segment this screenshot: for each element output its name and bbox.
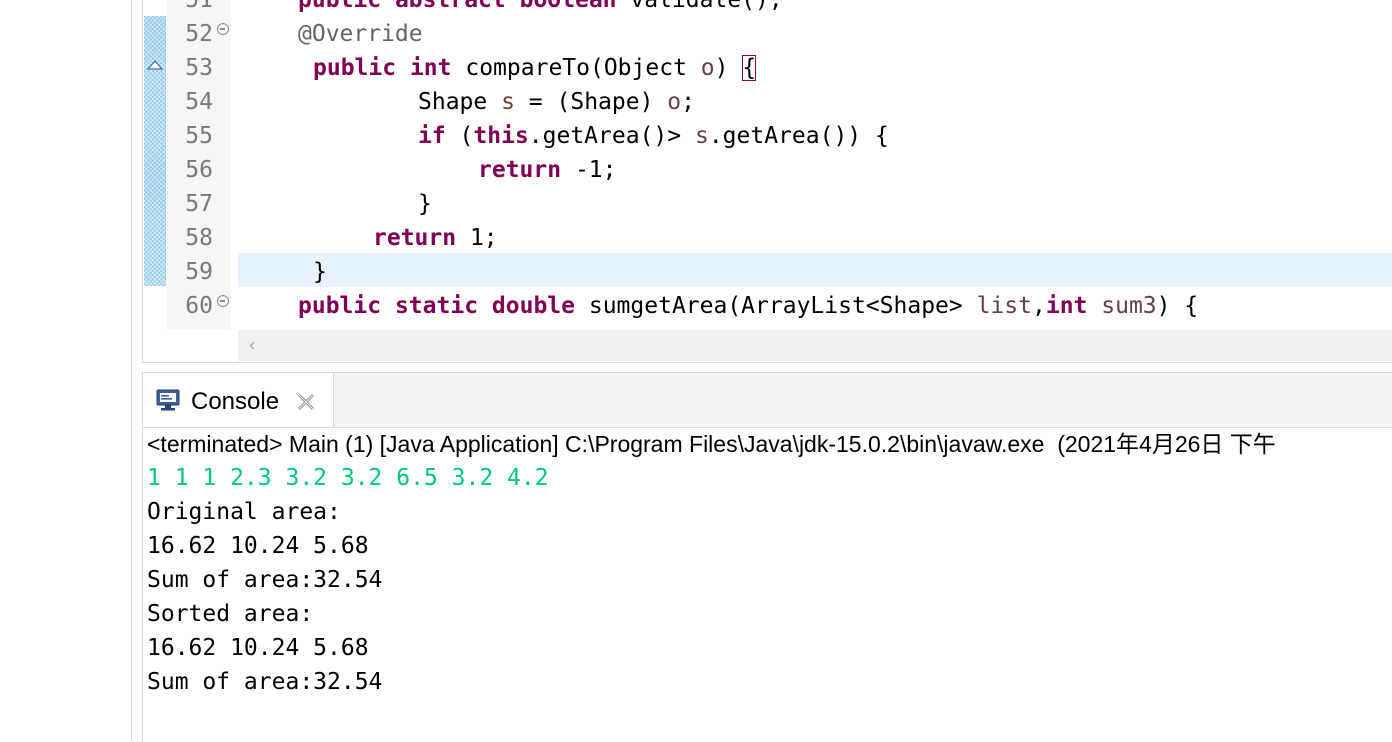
code-text: ) [714, 55, 743, 81]
line-number: 56 [185, 157, 213, 183]
code-text: compareTo(Object [465, 55, 701, 81]
code-line-57: } [418, 191, 432, 217]
code-text: ( [445, 123, 474, 149]
local-variable: s [694, 123, 709, 149]
line-number: 51 [185, 0, 213, 13]
code-editor[interactable]: 51 52 53 54 55 56 57 58 59 60 public abs… [142, 0, 1392, 363]
console-process-header: <terminated> Main (1) [Java Application]… [147, 431, 1276, 457]
keyword: int [1045, 293, 1088, 319]
code-line-58: return 1; [373, 221, 498, 255]
line-number: 57 [185, 191, 213, 217]
fold-collapse-icon[interactable] [217, 295, 229, 307]
keyword: public [298, 293, 382, 319]
tab-console[interactable]: Console [143, 373, 334, 427]
code-line-55: if (this.getArea()> s.getArea()) { [418, 119, 889, 153]
code-text: = (Shape) [514, 89, 668, 115]
code-text: Shape [418, 89, 502, 115]
code-line-60: public static double sumgetArea(ArrayLis… [298, 289, 1198, 323]
code-text: , [1031, 293, 1046, 319]
console-output-line: Sum of area:32.54 [147, 567, 383, 593]
code-text: -1; [561, 157, 617, 183]
line-number: 52 [185, 21, 213, 47]
code-text-area[interactable]: public abstract boolean validate(); @Ove… [238, 0, 1392, 330]
code-text: .getArea()) { [708, 123, 889, 149]
keyword: static [394, 293, 479, 319]
line-number: 54 [185, 89, 213, 115]
matching-brace: { [742, 55, 757, 81]
code-text: 1; [456, 225, 498, 251]
parameter: o [667, 89, 682, 115]
console-input-line: 1 1 1 2.3 3.2 3.2 6.5 3.2 4.2 [147, 465, 549, 491]
code-line-53: public int compareTo(Object o) { [313, 51, 757, 85]
code-text: .getArea()> [528, 123, 695, 149]
override-triangle-icon[interactable] [147, 60, 163, 70]
code-text: ) { [1156, 293, 1199, 319]
line-number: 53 [185, 55, 213, 81]
keyword: boolean [519, 0, 617, 13]
code-line-59: } [313, 259, 327, 285]
code-line-52: @Override [298, 21, 423, 47]
line-number: 60 [185, 293, 213, 319]
console-view[interactable]: Console <terminated> Main (1) [Java Appl… [142, 372, 1392, 742]
keyword: this [473, 123, 529, 149]
tab-label: Console [191, 388, 280, 415]
keyword: abstract [394, 0, 506, 13]
close-icon[interactable] [295, 391, 317, 413]
keyword: public [298, 0, 382, 13]
console-output-line: Original area: [147, 499, 341, 525]
line-number: 59 [185, 259, 213, 285]
change-ruler [144, 16, 166, 286]
line-number: 58 [185, 225, 213, 251]
keyword: return [373, 225, 457, 251]
parameter: o [700, 55, 715, 81]
code-text: validate(); [630, 0, 783, 13]
line-number-gutter: 51 52 53 54 55 56 57 58 59 60 [167, 0, 231, 330]
console-output-line: Sum of area:32.54 [147, 669, 383, 695]
console-tab-bar: Console [143, 373, 1392, 428]
console-monitor-icon [156, 389, 180, 411]
scroll-left-arrow-icon[interactable]: ‹ [238, 330, 266, 361]
code-text: ; [681, 89, 695, 115]
local-variable: s [501, 89, 515, 115]
parameter: list [976, 293, 1032, 319]
parameter: sum3 [1101, 293, 1157, 319]
code-line-56: return -1; [478, 153, 616, 187]
line-number: 55 [185, 123, 213, 149]
horizontal-scrollbar[interactable]: ‹ [238, 330, 1392, 361]
keyword: int [409, 55, 452, 81]
code-text: sumgetArea(ArrayList<Shape> [588, 293, 977, 319]
code-line-54: Shape s = (Shape) o; [418, 85, 695, 119]
fold-collapse-icon[interactable] [217, 23, 229, 35]
keyword: return [478, 157, 562, 183]
keyword: public [313, 55, 397, 81]
console-output-line: 16.62 10.24 5.68 [147, 533, 369, 559]
keyword: if [418, 123, 446, 149]
code-line-51: public abstract boolean validate(); [298, 0, 783, 17]
console-output-line: 16.62 10.24 5.68 [147, 635, 369, 661]
keyword: double [491, 293, 575, 319]
console-output-line: Sorted area: [147, 601, 314, 627]
left-strip [0, 0, 132, 741]
change-marker [144, 16, 166, 286]
